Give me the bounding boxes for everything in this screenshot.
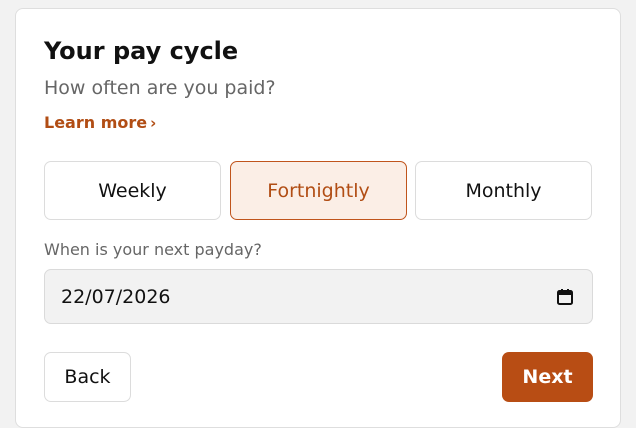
- back-button[interactable]: Back: [44, 352, 131, 402]
- calendar-icon[interactable]: [556, 288, 574, 306]
- next-payday-value: 22/07/2026: [61, 286, 171, 308]
- learn-more-link[interactable]: Learn more ›: [44, 112, 156, 134]
- frequency-question: How often are you paid?: [44, 77, 276, 99]
- frequency-option-weekly[interactable]: Weekly: [44, 161, 221, 220]
- next-payday-date-input[interactable]: 22/07/2026: [44, 269, 593, 324]
- chevron-right-icon: ›: [150, 114, 157, 132]
- learn-more-label: Learn more: [44, 113, 148, 132]
- frequency-option-monthly[interactable]: Monthly: [415, 161, 592, 220]
- next-button[interactable]: Next: [502, 352, 593, 402]
- page-title: Your pay cycle: [44, 37, 239, 65]
- pay-cycle-card: Your pay cycle How often are you paid? L…: [15, 8, 621, 428]
- frequency-option-fortnightly[interactable]: Fortnightly: [230, 161, 407, 220]
- next-payday-label: When is your next payday?: [44, 240, 262, 259]
